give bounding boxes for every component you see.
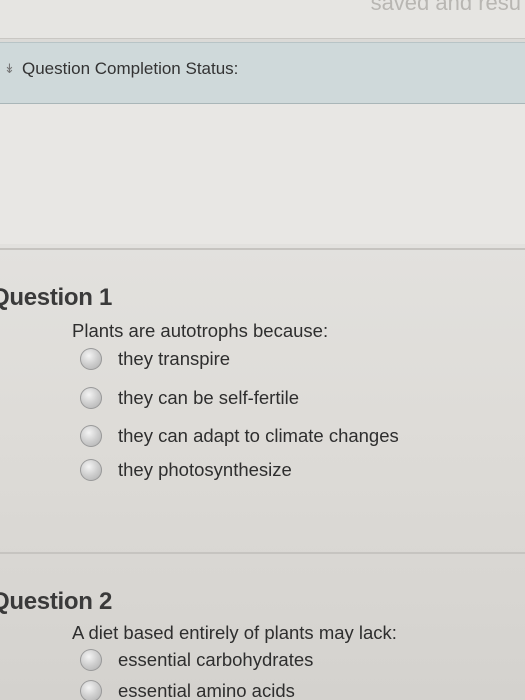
question-1-title: Question 1 <box>0 284 113 311</box>
question-2-option-2[interactable]: essential amino acids <box>80 677 295 700</box>
radio-button-icon[interactable] <box>80 348 102 370</box>
divider <box>0 552 525 554</box>
completion-status-panel <box>0 104 525 244</box>
radio-button-icon[interactable] <box>80 387 102 409</box>
question-completion-status-bar[interactable]: ↡ Question Completion Status: <box>0 42 525 105</box>
option-label: they can adapt to climate changes <box>118 425 399 446</box>
assessment-page: saved and resu ↡ Question Completion Sta… <box>0 0 525 700</box>
radio-button-icon[interactable] <box>80 425 102 447</box>
option-label: they can be self-fertile <box>118 387 299 408</box>
double-chevron-down-icon[interactable]: ↡ <box>4 61 15 77</box>
question-2-prompt: A diet based entirely of plants may lack… <box>72 622 397 643</box>
radio-button-icon[interactable] <box>80 649 102 671</box>
question-1-option-4[interactable]: they photosynthesize <box>80 456 292 484</box>
question-1-option-1[interactable]: they transpire <box>80 345 230 373</box>
option-label: essential carbohydrates <box>118 649 314 670</box>
option-label: they photosynthesize <box>118 459 292 480</box>
question-1-option-2[interactable]: they can be self-fertile <box>80 384 299 412</box>
option-label: they transpire <box>118 348 231 369</box>
question-1-option-3[interactable]: they can adapt to climate changes <box>80 422 399 450</box>
completion-status-label: Question Completion Status: <box>22 59 239 78</box>
radio-button-icon[interactable] <box>80 680 102 700</box>
question-2-title: Question 2 <box>0 588 113 615</box>
banner-partial-text: saved and resu <box>370 0 521 15</box>
question-2-option-1[interactable]: essential carbohydrates <box>80 646 313 674</box>
radio-button-icon[interactable] <box>80 459 102 481</box>
option-label: essential amino acids <box>118 680 295 700</box>
question-1-prompt: Plants are autotrophs because: <box>72 320 329 341</box>
divider <box>0 248 525 250</box>
top-banner: saved and resu <box>0 0 525 39</box>
